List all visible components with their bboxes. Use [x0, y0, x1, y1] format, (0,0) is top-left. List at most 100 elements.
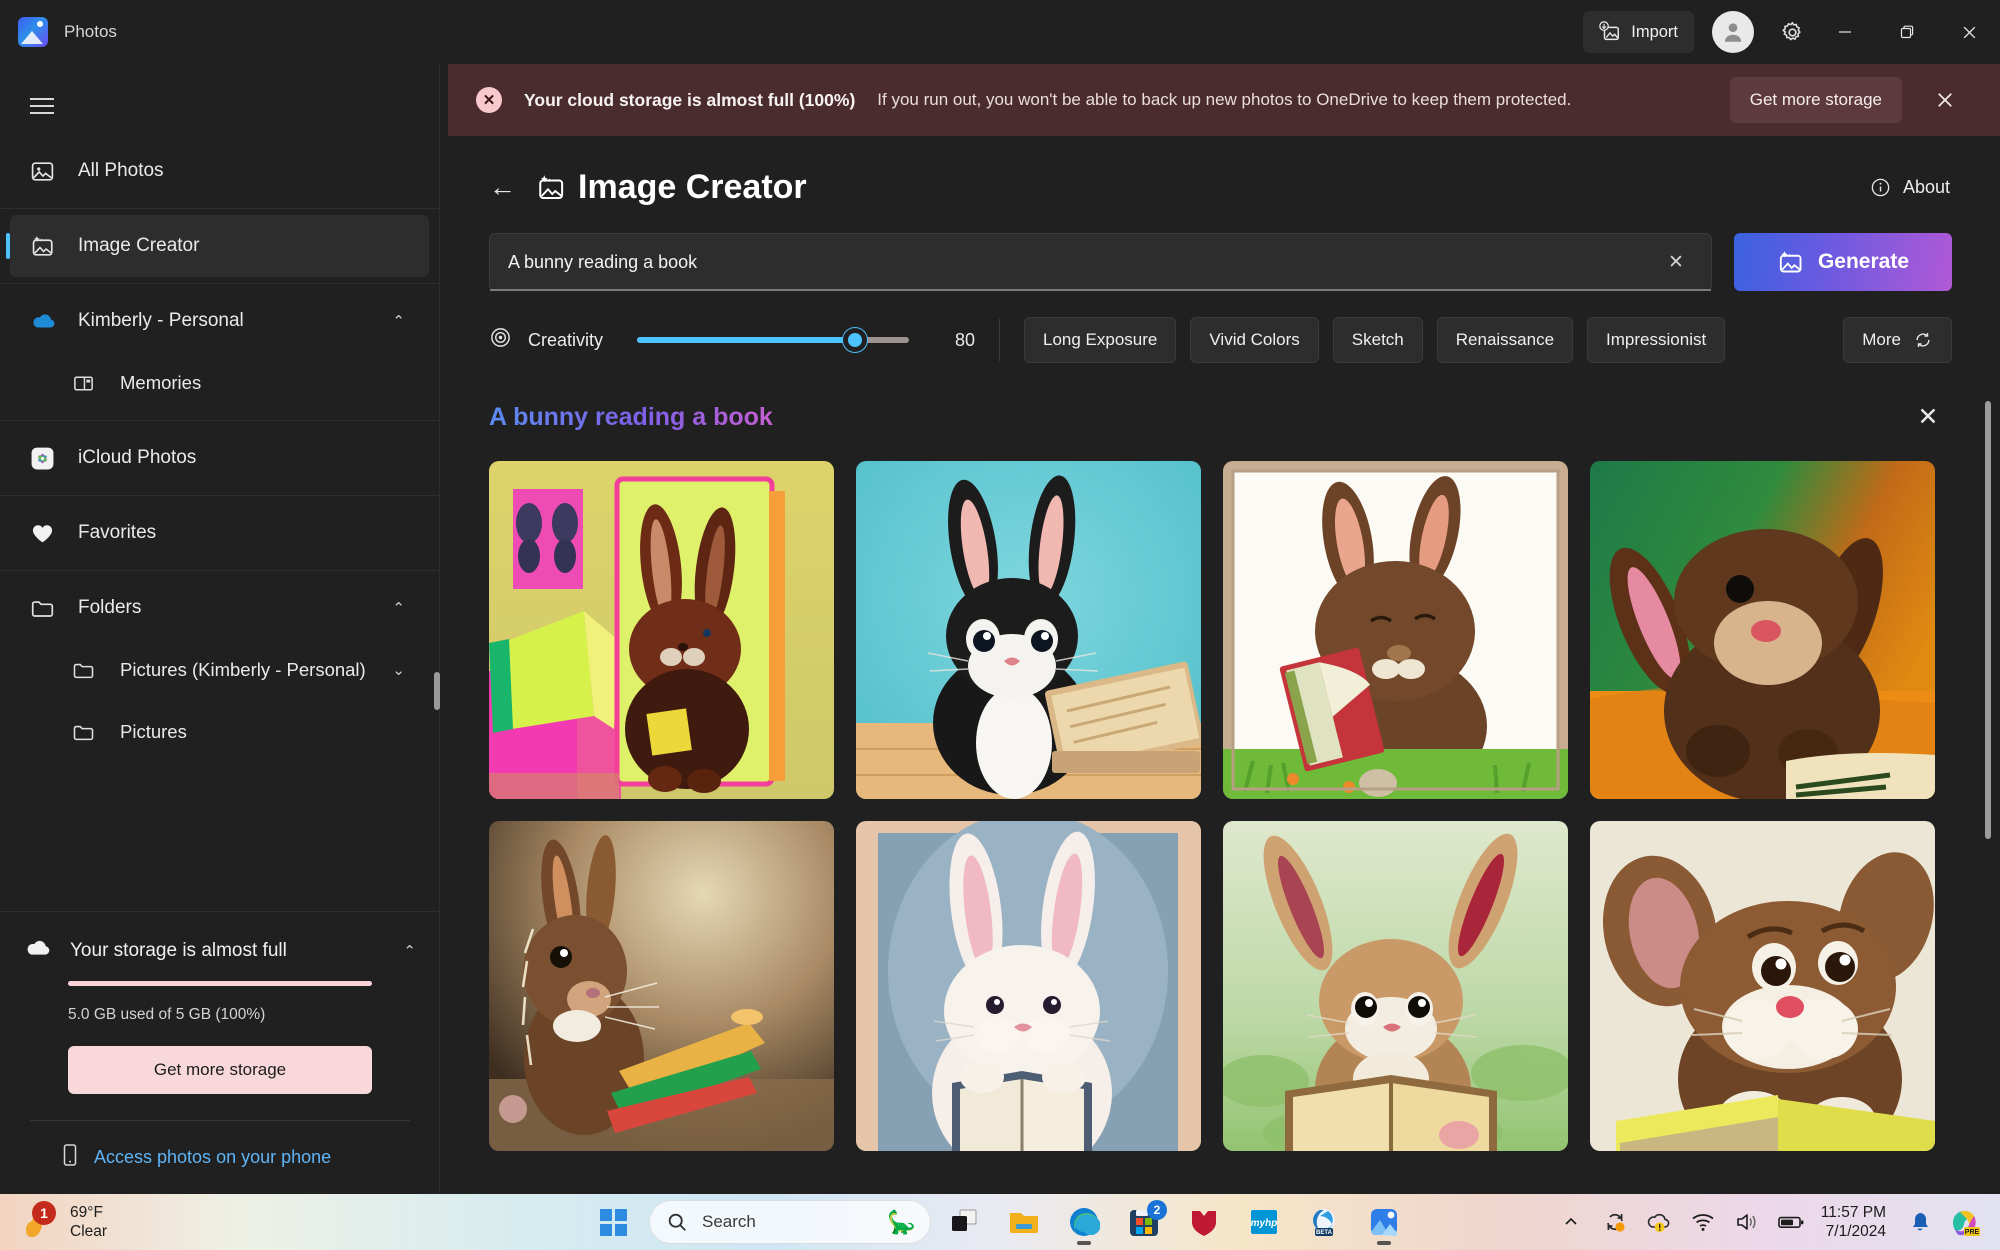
weather-condition: Clear	[70, 1222, 107, 1241]
style-chip-vivid-colors[interactable]: Vivid Colors	[1190, 317, 1318, 363]
chevron-up-icon[interactable]: ⌃	[392, 312, 405, 330]
notifications-button[interactable]	[1898, 1198, 1942, 1246]
cloud-icon	[24, 938, 52, 963]
generate-button[interactable]: Generate	[1734, 233, 1952, 291]
svg-text:BETA: BETA	[1316, 1230, 1333, 1236]
chevron-up-icon[interactable]: ⌃	[403, 942, 416, 960]
sidebar: All Photos Image Creator	[0, 64, 440, 1194]
hamburger-line	[30, 98, 54, 100]
microsoft-edge-icon	[1068, 1206, 1100, 1238]
minimize-button[interactable]	[1814, 0, 1876, 64]
sidebar-item-favorites[interactable]: Favorites	[10, 502, 429, 564]
main-scrollbar-thumb[interactable]	[1985, 401, 1991, 839]
svg-text:PRE: PRE	[1965, 1229, 1980, 1236]
info-icon	[1870, 177, 1891, 198]
search-box[interactable]: Search 🦕	[649, 1200, 931, 1244]
volume-button[interactable]	[1725, 1198, 1769, 1246]
bunny-tile-4[interactable]	[1590, 461, 1935, 799]
chevron-up-icon[interactable]: ⌃	[392, 599, 405, 617]
bunny-tile-1[interactable]	[489, 461, 834, 799]
bunny-tile-7[interactable]	[1223, 821, 1568, 1151]
wifi-button[interactable]	[1681, 1198, 1725, 1246]
bunny-tile-3[interactable]	[1223, 461, 1568, 799]
copilot-button[interactable]: PRE	[1942, 1198, 1986, 1246]
weather-widget[interactable]: 1 69°F Clear	[22, 1203, 107, 1242]
folder-icon	[72, 659, 106, 682]
sidebar-item-pictures[interactable]: Pictures	[10, 701, 429, 763]
taskbar-photos-button[interactable]	[1357, 1198, 1411, 1246]
image-creator-icon	[30, 234, 64, 259]
sidebar-get-more-storage-button[interactable]: Get more storage	[68, 1046, 372, 1094]
dismiss-results-button[interactable]: ✕	[1904, 393, 1952, 441]
sidebar-scrollbar-thumb[interactable]	[434, 672, 440, 710]
battery-button[interactable]	[1769, 1198, 1813, 1246]
creativity-label: Creativity	[528, 330, 603, 351]
style-chip-long-exposure[interactable]: Long Exposure	[1024, 317, 1176, 363]
style-chip-renaissance[interactable]: Renaissance	[1437, 317, 1573, 363]
prompt-field[interactable]: ✕	[489, 233, 1712, 291]
style-chip-impressionist[interactable]: Impressionist	[1587, 317, 1725, 363]
settings-button[interactable]	[1770, 10, 1814, 54]
onedrive-status-button[interactable]	[1637, 1198, 1681, 1246]
taskbar-microsoft-edge-button[interactable]	[1057, 1198, 1111, 1246]
file-explorer-icon	[1008, 1207, 1040, 1237]
bunny-tile-6[interactable]	[856, 821, 1201, 1151]
heart-icon	[30, 521, 64, 546]
clear-prompt-button[interactable]: ✕	[1659, 245, 1693, 279]
style-chip-list: Long Exposure Vivid Colors Sketch Renais…	[1024, 317, 1725, 363]
banner-close-button[interactable]	[1918, 73, 1972, 127]
sidebar-item-label: Pictures (Kimberly - Personal)	[120, 659, 366, 681]
windows-taskbar: 1 69°F Clear Search 🦕	[0, 1194, 2000, 1250]
style-chip-sketch[interactable]: Sketch	[1333, 317, 1423, 363]
show-hidden-icons-button[interactable]	[1549, 1198, 1593, 1246]
about-button[interactable]: About	[1870, 177, 1950, 198]
start-button[interactable]	[589, 1198, 637, 1246]
weather-temperature: 69°F	[70, 1203, 107, 1222]
bunny-tile-5[interactable]	[489, 821, 834, 1151]
taskbar-file-explorer-button[interactable]	[997, 1198, 1051, 1246]
storage-warning-banner: ✕ Your cloud storage is almost full (100…	[448, 64, 2000, 136]
taskbar-mcafee-button[interactable]	[1177, 1198, 1231, 1246]
weather-text: 69°F Clear	[70, 1203, 107, 1242]
navigation-toggle-button[interactable]	[12, 78, 72, 134]
bunny-tile-2[interactable]	[856, 461, 1201, 799]
creativity-slider[interactable]	[637, 337, 909, 343]
banner-get-more-storage-button[interactable]: Get more storage	[1730, 77, 1902, 123]
slider-thumb[interactable]	[843, 328, 867, 352]
sidebar-item-icloud-photos[interactable]: iCloud Photos	[10, 427, 429, 489]
taskbar-microsoft-store-button[interactable]: 2	[1117, 1198, 1171, 1246]
back-button[interactable]: ←	[489, 172, 516, 203]
sidebar-item-memories[interactable]: Memories	[10, 352, 429, 414]
divider	[0, 208, 439, 209]
results-header: A bunny reading a book ✕	[441, 363, 2000, 441]
photos-app-icon	[18, 17, 48, 47]
taskbar-myhp-button[interactable]: myhp	[1237, 1198, 1291, 1246]
sync-status-button[interactable]	[1593, 1198, 1637, 1246]
more-styles-button[interactable]: More	[1843, 317, 1952, 363]
phone-link-label: Access photos on your phone	[94, 1147, 331, 1168]
import-button[interactable]: Import	[1583, 11, 1694, 53]
taskbar-hp-beta-button[interactable]: BETA	[1297, 1198, 1351, 1246]
storage-header[interactable]: Your storage is almost full ⌃	[0, 938, 440, 963]
account-button[interactable]	[1712, 11, 1754, 53]
divider	[0, 283, 439, 284]
sidebar-item-image-creator[interactable]: Image Creator	[10, 215, 429, 277]
access-photos-on-phone-link[interactable]: Access photos on your phone	[62, 1143, 440, 1172]
sidebar-item-kimberly-personal[interactable]: Kimberly - Personal ⌃	[10, 290, 429, 352]
sidebar-item-pictures-kimberly-personal[interactable]: Pictures (Kimberly - Personal) ⌄	[10, 639, 429, 701]
wifi-icon	[1691, 1211, 1715, 1233]
sidebar-item-all-photos[interactable]: All Photos	[10, 140, 429, 202]
prompt-input[interactable]	[508, 252, 1659, 273]
storage-progress-fill	[68, 981, 372, 986]
sidebar-item-folders[interactable]: Folders ⌃	[10, 577, 429, 639]
volume-icon	[1735, 1211, 1759, 1233]
taskbar-task-view-button[interactable]	[937, 1198, 991, 1246]
maximize-button[interactable]	[1876, 0, 1938, 64]
taskbar-center: Search 🦕 2	[589, 1198, 1411, 1246]
clock[interactable]: 11:57 PM 7/1/2024	[1821, 1203, 1886, 1242]
close-window-button[interactable]	[1938, 0, 2000, 64]
close-icon	[1961, 24, 1978, 41]
sidebar-item-label: Folders	[78, 597, 141, 619]
chevron-down-icon[interactable]: ⌄	[392, 661, 405, 679]
bunny-tile-8[interactable]	[1590, 821, 1935, 1151]
